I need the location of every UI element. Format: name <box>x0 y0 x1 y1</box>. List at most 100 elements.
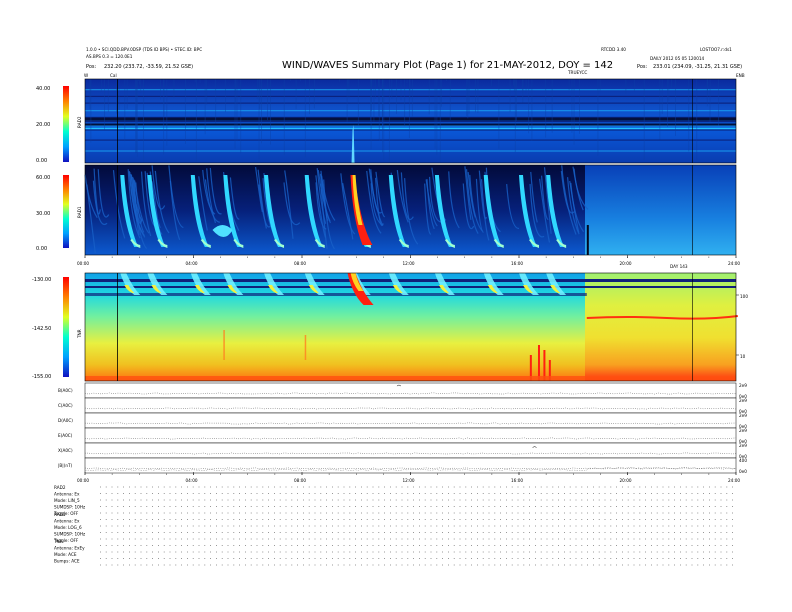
rad2-texture <box>475 79 476 113</box>
rad2-texture <box>388 79 390 163</box>
rad2-texture <box>373 79 375 122</box>
rad2-dark-band <box>85 123 736 126</box>
rad2-texture <box>206 79 208 105</box>
rad2-texture <box>515 79 517 121</box>
rad2-texture <box>204 79 206 135</box>
rad2-texture <box>688 79 690 152</box>
rad2-texture <box>441 79 442 107</box>
rad2-texture <box>406 79 408 84</box>
rad2-texture <box>696 79 698 161</box>
time-tick-label: 24:00 <box>728 261 740 266</box>
rad2-texture <box>643 79 645 161</box>
rad2-texture <box>270 79 271 145</box>
rad2-texture <box>346 79 348 122</box>
line-panel-label: C(A0C) <box>58 403 73 408</box>
rad2-texture <box>477 79 479 113</box>
line-panel-label: E(A0C) <box>58 433 73 438</box>
rad2-texture <box>436 79 438 156</box>
rad2-texture <box>531 79 533 141</box>
header-left-line2: AS.BPS 0.3 = 120.0E1 <box>86 54 133 59</box>
rad2-texture <box>579 79 580 134</box>
line-panels: B(A0C)2e90e0C(A0C)2e90e0D(A0C)2e90e0E(A0… <box>58 382 747 474</box>
line-panel-tick: 2e9 <box>739 443 747 448</box>
rad2-texture <box>668 79 670 102</box>
rad2-texture <box>199 79 201 84</box>
rad2-texture <box>184 79 186 144</box>
rad2-texture <box>194 79 196 83</box>
rad2-tick: 0.00 <box>36 158 47 164</box>
rad2-texture <box>514 79 516 153</box>
rad2-stripe <box>85 110 736 112</box>
rad2-texture <box>234 79 236 104</box>
header-left-pos-value: 232.20 (233.72, -33.59, 21.52 GSE) <box>104 64 193 70</box>
rad2-texture <box>599 79 601 91</box>
rad2-stripe <box>85 95 736 97</box>
header-right-line2: DAILY 2012 05 05 120014 <box>650 56 705 61</box>
rad2-texture <box>375 79 376 99</box>
rad2-texture <box>512 79 514 86</box>
rad2-texture <box>116 79 117 114</box>
time-axis-bottom: 00:00 04:00 08:00 12:00 16:00 20:00 24:00 <box>77 472 740 483</box>
footer-info: RAD2Antenna: ExMode: LIN_5SUMDSP: 10HzTo… <box>53 485 733 566</box>
tnr-right-title: DAY 143 <box>670 264 688 269</box>
rad2-texture <box>347 79 349 89</box>
time-tick-label: 12:00 <box>403 478 415 483</box>
rad2-texture <box>338 79 340 82</box>
header-left-edge: W <box>84 73 88 78</box>
header-right-line1b: LOSTOO7.r:ds1 <box>700 47 732 52</box>
time-tick-label: 20:00 <box>620 478 632 483</box>
rad2-texture <box>173 79 175 98</box>
time-tick-label: 04:00 <box>186 261 198 266</box>
rad2-texture <box>124 79 126 142</box>
time-tick-label: 04:00 <box>186 478 198 483</box>
tnr-bottom-spike <box>304 335 307 360</box>
rad2-texture <box>283 79 285 156</box>
rad2-stripe <box>85 102 736 104</box>
rad1-panel <box>84 164 737 256</box>
rad2-tick: 20.00 <box>36 122 50 128</box>
time-tick-label: 08:00 <box>294 261 306 266</box>
rad2-texture <box>568 79 570 91</box>
rad2-texture <box>236 79 238 142</box>
rad1-tick: 30.00 <box>36 211 50 217</box>
line-panel-frame <box>84 397 737 414</box>
footer-tnr-line: TNR <box>53 539 63 544</box>
rad2-texture <box>571 79 573 133</box>
rad2-texture <box>104 79 106 130</box>
time-tick-label: 08:00 <box>294 478 306 483</box>
rad2-stripe <box>85 129 736 131</box>
footer-rad2-line: RAD2 <box>54 485 66 490</box>
rad2-texture <box>411 79 413 117</box>
rad2-texture <box>468 79 470 114</box>
footer-tnr-line: Antenna: ExEy <box>54 546 85 551</box>
rad2-texture <box>466 79 468 117</box>
rad2-texture <box>240 79 242 154</box>
rad2-stripe <box>85 139 736 141</box>
tnr-dark-band <box>85 286 736 288</box>
rad2-texture <box>348 79 350 98</box>
line-panel-tick: 2e9 <box>739 428 747 433</box>
rad2-texture <box>709 79 711 123</box>
rad2-texture <box>428 79 430 115</box>
rad2-texture <box>118 79 120 110</box>
rad2-texture <box>309 79 310 115</box>
footer-rad2-line: SUMDSP: 10Hz <box>54 505 86 510</box>
rad2-panel <box>84 78 737 164</box>
time-tick-label: 12:00 <box>403 261 415 266</box>
tnr-colorbar <box>63 277 69 377</box>
header-left-line1: 1.0.0 • SCI.QDD.BPV.0DSP (TDS ID BPS) • … <box>86 47 202 52</box>
rad2-texture <box>126 79 128 109</box>
tnr-bottom-spike <box>537 345 540 381</box>
header-center-label: TRUEYCC <box>567 70 587 75</box>
rad2-texture <box>513 79 515 92</box>
rad2-texture <box>266 79 268 121</box>
rad1-gap <box>586 225 589 255</box>
footer-tnr-line: Bumps: ACE <box>54 559 80 564</box>
rad2-texture <box>135 79 137 154</box>
header-right-line1: RTCDD 3.40 <box>601 47 626 52</box>
rad2-texture <box>498 79 500 149</box>
line-panel-frame <box>84 382 737 399</box>
rad2-texture <box>383 79 385 161</box>
line-panel-tick: 2e9 <box>739 413 747 418</box>
line-panel-tick: 0e0 <box>739 469 747 474</box>
